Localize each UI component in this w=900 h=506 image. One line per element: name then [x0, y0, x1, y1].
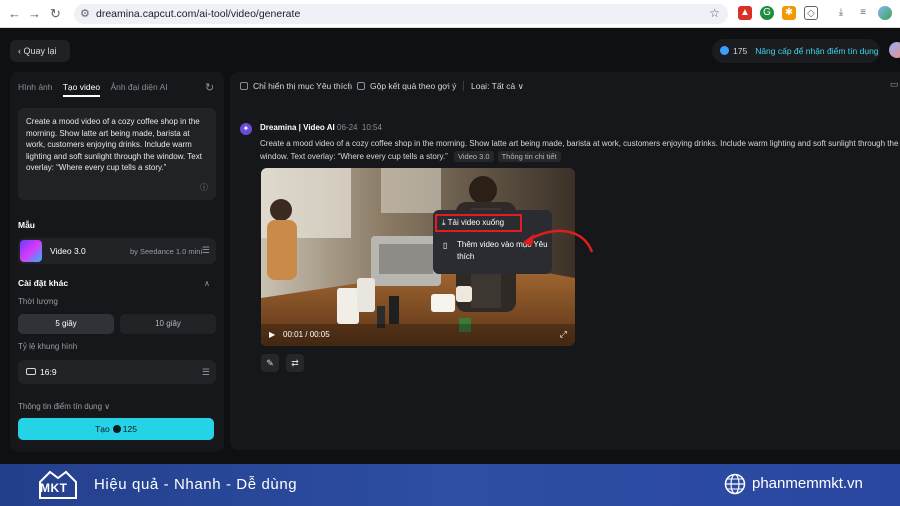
favorites-filter[interactable]: Chỉ hiển thị mục Yêu thích	[240, 81, 352, 91]
generation-time: 10:54	[361, 123, 382, 132]
model-section-title: Mẫu	[18, 220, 35, 230]
fullscreen-icon[interactable]: ⤢	[560, 329, 567, 340]
ratio-label: Tỷ lệ khung hình	[18, 342, 78, 351]
prompt-input[interactable]: Create a mood video of a cozy coffee sho…	[18, 108, 216, 200]
slogan: Hiệu quả - Nhanh - Dễ dùng	[94, 476, 298, 493]
puzzle-icon[interactable]: ◇	[804, 6, 818, 20]
details-chip[interactable]: Thông tin chi tiết	[497, 151, 561, 162]
site-info-icon[interactable]: ⚙	[80, 7, 90, 20]
generation-prompt: Create a mood video of a cozy coffee sho…	[260, 137, 900, 163]
profile-avatar[interactable]	[878, 6, 892, 20]
aspect-ratio-icon	[26, 368, 36, 375]
other-settings-title[interactable]: Cài đặt khác	[18, 278, 68, 288]
tab-video[interactable]: Tạo video	[62, 82, 101, 97]
info-icon[interactable]: ⓘ	[200, 182, 208, 194]
regenerate-icon[interactable]: ⇄	[286, 354, 304, 372]
group-filter-label: Gộp kết quả theo gợi ý	[370, 81, 457, 91]
bookmark-icon: ▯	[443, 241, 448, 250]
ratio-value: 16:9	[40, 367, 57, 377]
grammar-extension-icon[interactable]: G	[760, 6, 774, 20]
download-video-item[interactable]: ⤓ Tải video xuống	[435, 214, 522, 232]
checkbox[interactable]	[357, 82, 365, 90]
chevron-down-icon: ∨	[104, 402, 111, 411]
address-bar[interactable]: ⚙ dreamina.capcut.com/ai-tool/video/gene…	[74, 4, 728, 24]
tab-image[interactable]: Hình ảnh	[18, 82, 53, 92]
media-icon[interactable]: ≡	[856, 6, 870, 20]
model-name: Video 3.0	[50, 246, 86, 256]
results-panel: Chỉ hiển thị mục Yêu thích Gộp kết quả t…	[230, 72, 900, 450]
download-icon[interactable]: ⤓	[834, 6, 848, 20]
generation-prompt-text: Create a mood video of a cozy coffee sho…	[260, 139, 899, 161]
model-subtitle: by Seedance 1.0 mini	[130, 247, 203, 256]
annotation-arrow-icon	[522, 229, 594, 253]
duration-label: Thời lượng	[18, 297, 58, 306]
video-time: 00:01 / 00:05	[283, 330, 330, 339]
download-label: Tải video xuống	[447, 218, 505, 227]
credit-pill[interactable]: 175 Nâng cấp để nhận điểm tín dụng	[712, 39, 880, 63]
url-text: dreamina.capcut.com/ai-tool/video/genera…	[96, 8, 301, 20]
chevron-down-icon: ∨	[515, 81, 524, 91]
folder-icon[interactable]: ▭	[890, 79, 899, 90]
type-filter[interactable]: Loại: Tất cả ∨	[471, 81, 524, 92]
globe-icon	[724, 473, 746, 495]
back-label: Quay lại	[23, 46, 57, 56]
forward-arrow-icon[interactable]: →	[28, 7, 41, 21]
upgrade-link[interactable]: Nâng cấp để nhận điểm tín dụng	[755, 46, 878, 56]
group-filter[interactable]: Gộp kết quả theo gợi ý	[357, 81, 456, 91]
play-icon[interactable]: ▶	[269, 330, 275, 339]
edit-icon[interactable]: ✎	[261, 354, 279, 372]
generation-timestamp: 06-24 10:54	[337, 123, 382, 132]
credit-count: 175	[733, 46, 748, 56]
back-arrow-icon[interactable]: ←	[8, 7, 21, 21]
refresh-icon[interactable]: ↻	[205, 81, 214, 94]
generation-date: 06-24	[337, 123, 358, 132]
type-filter-label: Loại: Tất cả	[471, 81, 516, 91]
website-url[interactable]: phanmemmkt.vn	[752, 475, 863, 492]
promo-banner: MKT Hiệu quả - Nhanh - Dễ dùng phanmemmk…	[0, 464, 900, 506]
generation-author: Dreamina | Video AI	[260, 123, 335, 132]
prompt-text: Create a mood video of a cozy coffee sho…	[26, 117, 202, 173]
credit-info-label: Thông tin điểm tín dụng	[18, 402, 103, 411]
generation-settings-panel: Hình ảnh Tạo video Ảnh đại diện AI ↻ Cre…	[10, 72, 224, 452]
browser-toolbar: ← → ↻ ⚙ dreamina.capcut.com/ai-tool/vide…	[0, 0, 900, 28]
favorites-filter-label: Chỉ hiển thị mục Yêu thích	[253, 81, 353, 91]
chevron-up-icon[interactable]: ∧	[204, 279, 210, 288]
aspect-ratio-selector[interactable]: 16:9 ☰	[18, 360, 216, 384]
extension-icon[interactable]: ✱	[782, 6, 796, 20]
tab-ai-avatar[interactable]: Ảnh đại diện AI	[110, 82, 167, 92]
credit-coin-icon	[112, 425, 121, 433]
reload-icon[interactable]: ↻	[50, 7, 61, 21]
duration-5s-button[interactable]: 5 giây	[18, 314, 114, 334]
model-chip[interactable]: Video 3.0	[454, 151, 494, 162]
divider	[463, 81, 464, 91]
settings-sliders-icon[interactable]: ☰	[202, 367, 210, 378]
divider	[349, 81, 350, 91]
create-label: Tạo	[95, 424, 110, 434]
model-thumbnail	[20, 240, 42, 262]
create-cost: 125	[122, 424, 137, 434]
credit-coin-icon	[720, 46, 729, 55]
settings-sliders-icon[interactable]: ☰	[202, 245, 210, 256]
model-selector[interactable]: Video 3.0 by Seedance 1.0 mini ☰	[18, 238, 216, 264]
logo-text: MKT	[40, 481, 68, 495]
dreamina-app: ‹ Quay lại 175 Nâng cấp để nhận điểm tín …	[0, 28, 900, 464]
duration-10s-button[interactable]: 10 giây	[120, 314, 216, 334]
credit-info-toggle[interactable]: Thông tin điểm tín dụng ∨	[18, 402, 110, 411]
user-avatar[interactable]	[889, 42, 900, 58]
mode-tabs: Hình ảnh Tạo video Ảnh đại diện AI	[18, 82, 176, 97]
dreamina-logo-icon: ✦	[240, 123, 252, 135]
checkbox[interactable]	[240, 82, 248, 90]
back-button[interactable]: ‹ Quay lại	[10, 40, 70, 62]
pdf-extension-icon[interactable]: ▲	[738, 6, 752, 20]
create-button[interactable]: Tạo 125	[18, 418, 214, 440]
bookmark-star-icon[interactable]: ☆	[709, 6, 720, 20]
